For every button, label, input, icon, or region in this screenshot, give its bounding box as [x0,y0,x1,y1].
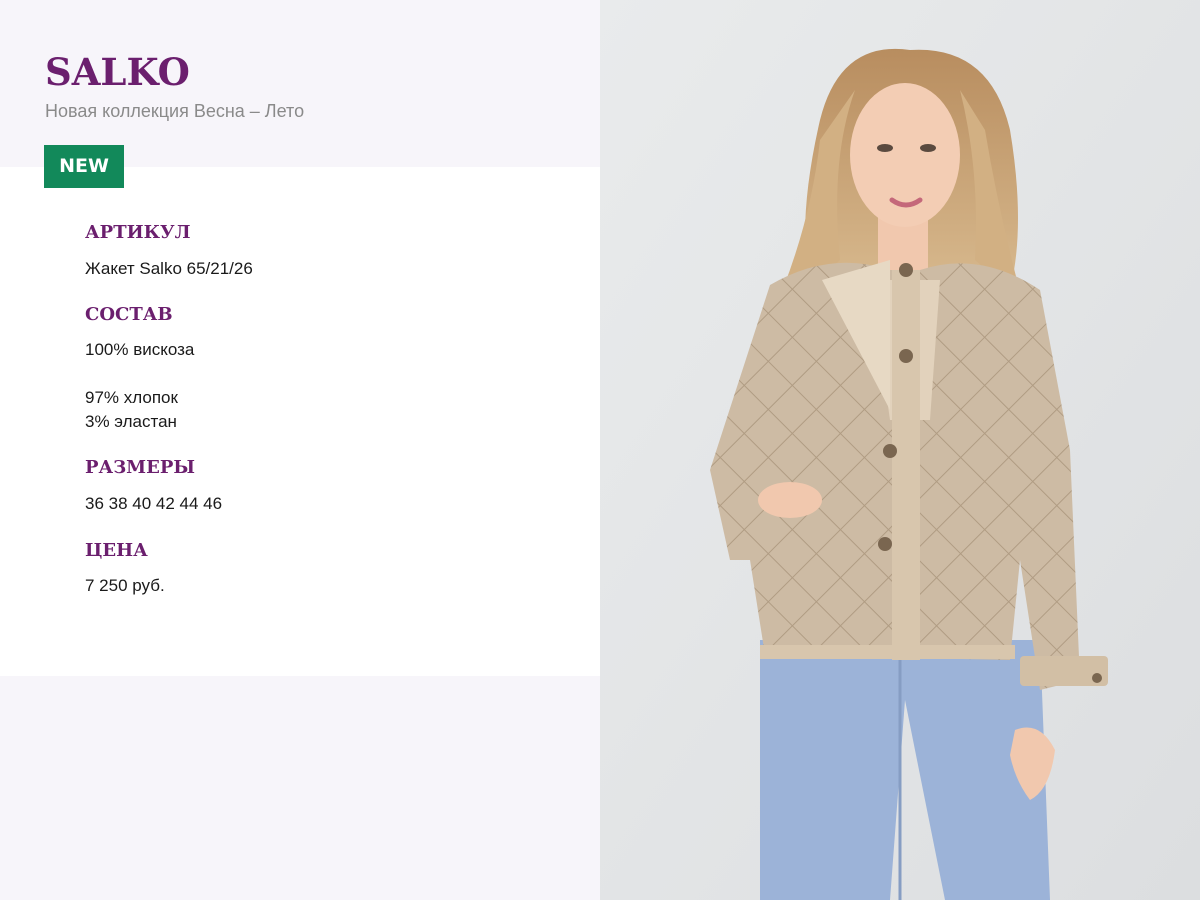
button-1 [899,263,913,277]
sizes-value: 36 38 40 42 44 46 [85,494,223,513]
composition-line-2: 97% хлопок [85,388,178,407]
button-2 [899,349,913,363]
button-3 [883,444,897,458]
footer-band [0,676,600,900]
price-value: 7 250 руб. [85,576,165,595]
collection-subtitle: Новая коллекция Весна – Лето [45,101,305,121]
price-title: ЦЕНА [85,540,148,561]
model-illustration [600,0,1200,900]
composition-line-1: 100% вискоза [85,340,195,359]
new-badge: NEW [44,145,124,188]
article-title: АРТИКУЛ [85,222,191,243]
composition-line-3: 3% эластан [85,412,177,431]
model-photo [600,0,1200,900]
article-value: Жакет Salko 65/21/26 [85,259,253,278]
button-4 [878,537,892,551]
brand-name: SALKO [45,50,190,94]
composition-title: СОСТАВ [85,304,173,325]
sizes-title: РАЗМЕРЫ [85,457,195,478]
